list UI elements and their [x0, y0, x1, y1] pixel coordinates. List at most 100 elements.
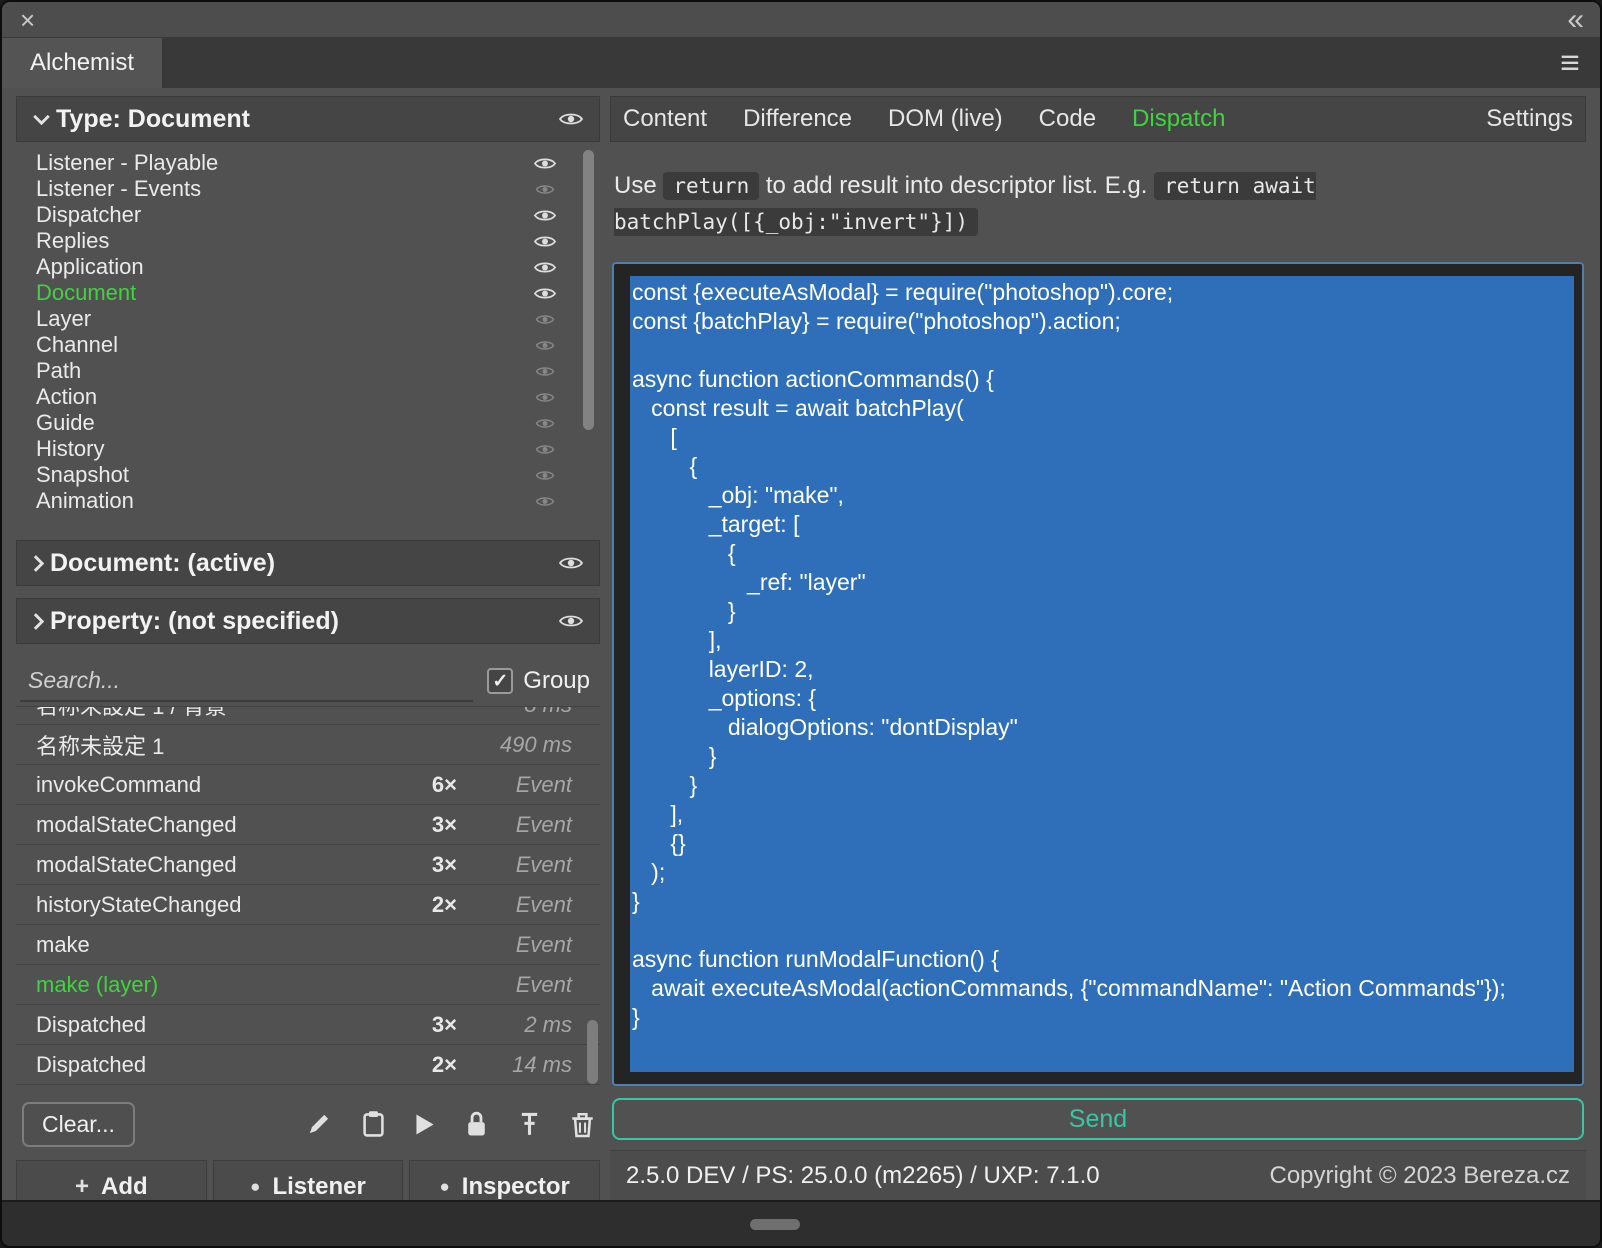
event-row[interactable]: modalStateChanged 3× Event [16, 845, 600, 885]
type-list-scrollbar[interactable] [583, 150, 594, 430]
eye-icon[interactable] [536, 339, 555, 352]
type-list-item[interactable]: Guide [16, 410, 600, 436]
group-label: Group [523, 667, 590, 695]
tab-settings[interactable]: Settings [1486, 105, 1573, 133]
pin-icon[interactable] [518, 1111, 541, 1137]
clipboard-icon[interactable] [362, 1110, 385, 1138]
eye-icon[interactable] [559, 613, 583, 629]
eye-icon[interactable] [536, 417, 555, 430]
record-dot-icon: ● [440, 1177, 450, 1197]
type-list-item[interactable]: History [16, 436, 600, 462]
play-icon[interactable] [415, 1113, 435, 1136]
type-list-item[interactable]: Action [16, 384, 600, 410]
event-meta: Event [457, 892, 572, 918]
tab-difference[interactable]: Difference [743, 105, 852, 133]
property-section-header[interactable]: Property: (not specified) [16, 598, 600, 644]
type-list-item[interactable]: Application [16, 254, 600, 280]
chevron-down-icon [33, 114, 50, 125]
panel-tabstrip: Alchemist ≡ [2, 38, 1600, 88]
eye-icon[interactable] [536, 391, 555, 404]
event-row[interactable]: 名称未設定 1 490 ms [16, 725, 600, 765]
tab-alchemist[interactable]: Alchemist [2, 38, 162, 88]
chevron-right-icon [33, 555, 44, 572]
tab-dispatch[interactable]: Dispatch [1132, 105, 1225, 133]
type-list-item[interactable]: Path [16, 358, 600, 384]
event-list: 名称未設定 1 / 背景 8 ms 名称未設定 1 490 ms invokeC… [16, 706, 600, 1090]
type-item-label: Snapshot [36, 462, 129, 488]
close-icon[interactable]: × [20, 7, 35, 33]
type-list-item[interactable]: Channel [16, 332, 600, 358]
type-list-item[interactable]: Listener - Playable [16, 150, 600, 176]
event-row[interactable]: make (layer) Event [16, 965, 600, 1005]
eye-icon[interactable] [559, 555, 583, 571]
type-list-item[interactable]: Snapshot [16, 462, 600, 488]
event-name: make (layer) [36, 972, 387, 998]
eye-icon[interactable] [536, 183, 555, 196]
horizontal-scrollbar[interactable] [750, 1219, 800, 1230]
type-item-label: Guide [36, 410, 95, 436]
listener-button[interactable]: ● Listener [213, 1160, 404, 1200]
collapse-panel-icon[interactable]: « [1567, 5, 1582, 35]
event-row[interactable]: make Event [16, 925, 600, 965]
event-row[interactable]: modalStateChanged 3× Event [16, 805, 600, 845]
tab-dom-live[interactable]: DOM (live) [888, 105, 1003, 133]
type-section-header[interactable]: Type: Document [16, 96, 600, 142]
type-header-label: Type: Document [56, 105, 250, 134]
edit-icon[interactable] [306, 1111, 332, 1137]
eye-icon[interactable] [536, 469, 555, 482]
event-name: historyStateChanged [36, 892, 387, 918]
menu-icon[interactable]: ≡ [1540, 38, 1600, 88]
lock-icon[interactable] [465, 1110, 488, 1138]
event-row[interactable]: invokeCommand 6× Event [16, 765, 600, 805]
code-editor[interactable]: const {executeAsModal} = require("photos… [612, 262, 1584, 1086]
inspector-button-label: Inspector [462, 1173, 570, 1200]
type-list-item[interactable]: Dispatcher [16, 202, 600, 228]
event-meta: Event [457, 932, 572, 958]
clear-button[interactable]: Clear... [22, 1102, 135, 1147]
eye-icon[interactable] [534, 234, 556, 249]
add-button[interactable]: + Add [16, 1160, 207, 1200]
search-input[interactable] [20, 661, 473, 702]
type-list-item[interactable]: Replies [16, 228, 600, 254]
eye-icon[interactable] [534, 260, 556, 275]
type-list-item[interactable]: Listener - Events [16, 176, 600, 202]
event-name: modalStateChanged [36, 812, 387, 838]
code-selection: const {executeAsModal} = require("photos… [630, 276, 1574, 1072]
eye-icon[interactable] [536, 443, 555, 456]
document-section-header[interactable]: Document: (active) [16, 540, 600, 586]
right-panel: Content Difference DOM (live) Code Dispatch S… [610, 96, 1586, 1200]
event-count: 3× [387, 1012, 457, 1038]
eye-icon[interactable] [536, 495, 555, 508]
event-name: Dispatched [36, 1012, 387, 1038]
event-row[interactable]: Dispatched 3× 2 ms [16, 1005, 600, 1045]
eye-icon[interactable] [534, 208, 556, 223]
type-item-label: Document [36, 280, 136, 306]
type-list-item[interactable]: Animation [16, 488, 600, 514]
send-button[interactable]: Send [612, 1098, 1584, 1140]
type-list-item[interactable]: Document [16, 280, 600, 306]
event-meta: Event [457, 812, 572, 838]
tab-content[interactable]: Content [623, 105, 707, 133]
event-name: modalStateChanged [36, 852, 387, 878]
chevron-right-icon [33, 613, 44, 630]
eye-icon[interactable] [534, 156, 556, 171]
hint-code-return: return [663, 172, 759, 200]
eye-icon[interactable] [534, 286, 556, 301]
copyright: Copyright © 2023 Bereza.cz [1269, 1162, 1570, 1190]
version-info: 2.5.0 DEV / PS: 25.0.0 (m2265) / UXP: 7.… [626, 1162, 1100, 1190]
eye-icon[interactable] [536, 313, 555, 326]
inspector-button[interactable]: ● Inspector [409, 1160, 600, 1200]
event-meta: 2 ms [457, 1012, 572, 1038]
eye-icon[interactable] [536, 365, 555, 378]
eye-icon[interactable] [559, 111, 583, 127]
trash-icon[interactable] [571, 1111, 594, 1138]
type-item-label: History [36, 436, 104, 462]
type-list-item[interactable]: Layer [16, 306, 600, 332]
footer-buttons: + Add ● Listener ● Inspector [16, 1160, 600, 1200]
event-row[interactable]: Dispatched 2× 14 ms [16, 1045, 600, 1085]
event-list-scrollbar[interactable] [587, 1020, 598, 1084]
group-checkbox[interactable]: ✓ [487, 668, 513, 694]
event-row[interactable]: historyStateChanged 2× Event [16, 885, 600, 925]
event-row[interactable]: 名称未設定 1 / 背景 8 ms [16, 706, 600, 725]
tab-code[interactable]: Code [1039, 105, 1096, 133]
